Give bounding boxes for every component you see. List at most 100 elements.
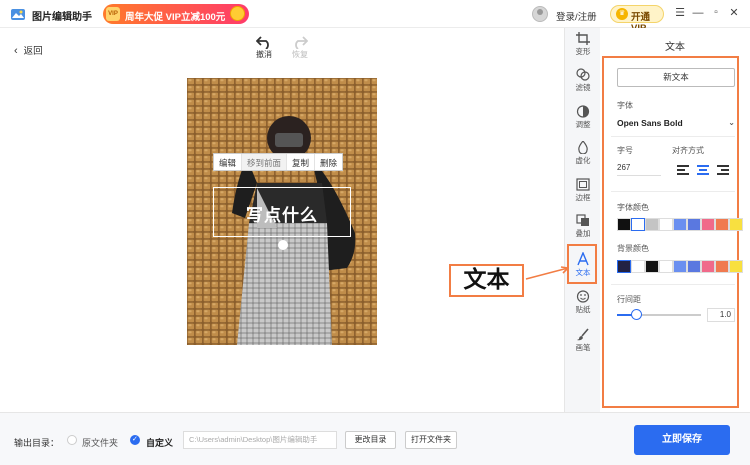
- tool-transform[interactable]: 变形: [565, 32, 601, 57]
- color-swatch[interactable]: [729, 218, 743, 231]
- app-title: 图片编辑助手: [32, 12, 92, 23]
- menu-edit[interactable]: 编辑: [214, 154, 243, 170]
- radio-custom-folder[interactable]: [130, 435, 140, 445]
- tool-blur[interactable]: 虚化: [565, 141, 601, 166]
- color-swatch[interactable]: [631, 260, 645, 273]
- divider: [611, 191, 735, 192]
- color-swatch[interactable]: [729, 260, 743, 273]
- line-spacing-input[interactable]: 1.0: [707, 308, 735, 322]
- tool-frame[interactable]: 边框: [565, 178, 601, 203]
- font-size-input[interactable]: 267: [617, 162, 661, 176]
- menu-delete[interactable]: 删除: [315, 154, 342, 170]
- tool-label: 边框: [575, 193, 591, 202]
- tool-adjust[interactable]: 调整: [565, 105, 601, 130]
- new-text-button[interactable]: 新文本: [617, 68, 735, 87]
- undo-label: 撤消: [256, 50, 272, 59]
- align-label: 对齐方式: [672, 146, 704, 155]
- promo-text: 周年大促 VIP立减100元: [125, 12, 226, 23]
- title-bar: 图片编辑助手 VIP 周年大促 VIP立减100元 登录/注册 ♛ 开通VIP …: [0, 0, 750, 34]
- blur-drop-icon: [578, 141, 588, 154]
- callout-arrow-icon: [525, 266, 569, 280]
- minimize-icon[interactable]: —: [691, 6, 705, 20]
- custom-folder-label[interactable]: 自定义: [146, 436, 173, 449]
- adjust-icon: [576, 105, 590, 118]
- close-icon[interactable]: ✕: [727, 6, 741, 20]
- text-layer-content[interactable]: 写点什么: [214, 201, 350, 226]
- coin-icon: [230, 6, 245, 21]
- open-vip-button[interactable]: ♛ 开通VIP: [610, 5, 664, 34]
- divider: [611, 284, 735, 285]
- redo-icon: [295, 36, 308, 49]
- chevron-down-icon: ⌄: [728, 118, 735, 127]
- font-label: 字体: [617, 101, 633, 110]
- restore-icon[interactable]: ▫: [709, 6, 723, 20]
- change-dir-button[interactable]: 更改目录: [345, 431, 396, 449]
- color-swatch[interactable]: [673, 218, 687, 231]
- brush-icon: [577, 328, 589, 341]
- vip-badge-icon: VIP: [106, 7, 120, 21]
- align-right-button[interactable]: [717, 165, 729, 175]
- save-now-button[interactable]: 立即保存: [634, 425, 730, 455]
- back-label: 返回: [23, 46, 43, 57]
- line-spacing-label: 行间距: [617, 295, 641, 304]
- text-layer-box[interactable]: 写点什么: [213, 187, 351, 237]
- redo-button[interactable]: 恢复: [285, 35, 315, 60]
- tool-overlay[interactable]: 叠加: [565, 214, 601, 239]
- size-label: 字号: [617, 146, 633, 155]
- text-context-menu: 编辑 移到前面 复制 删除: [213, 153, 344, 171]
- undo-button[interactable]: 撤消: [249, 35, 279, 60]
- align-center-button[interactable]: [697, 165, 709, 175]
- panel-title: 文本: [665, 42, 685, 53]
- color-swatch[interactable]: [701, 260, 715, 273]
- color-swatch[interactable]: [715, 218, 729, 231]
- color-swatch[interactable]: [715, 260, 729, 273]
- color-swatch[interactable]: [673, 260, 687, 273]
- color-swatch[interactable]: [687, 218, 701, 231]
- font-select[interactable]: Open Sans Bold ⌄: [617, 118, 735, 130]
- bg-color-swatches: [617, 260, 743, 273]
- color-swatch[interactable]: [617, 260, 631, 273]
- redo-label: 恢复: [292, 50, 308, 59]
- overlay-icon: [576, 214, 589, 226]
- annotation-callout: 文本: [449, 264, 524, 297]
- font-select-value: Open Sans Bold: [617, 118, 683, 128]
- color-swatch[interactable]: [645, 218, 659, 231]
- font-color-swatches: [617, 218, 743, 231]
- color-swatch[interactable]: [617, 218, 631, 231]
- line-spacing-slider-knob[interactable]: [631, 309, 642, 320]
- promo-banner[interactable]: VIP 周年大促 VIP立减100元: [103, 4, 249, 24]
- text-tool-highlight: [567, 244, 597, 284]
- align-left-button[interactable]: [677, 165, 689, 175]
- color-swatch[interactable]: [687, 260, 701, 273]
- tool-label: 叠加: [575, 229, 591, 238]
- undo-icon: [256, 36, 269, 49]
- tool-sticker[interactable]: 贴纸: [565, 290, 601, 315]
- chevron-left-icon: ‹: [14, 45, 18, 57]
- tool-filter[interactable]: 滤镜: [565, 68, 601, 93]
- tool-label: 贴纸: [575, 305, 591, 314]
- rotate-handle[interactable]: [278, 240, 288, 250]
- color-swatch[interactable]: [701, 218, 715, 231]
- radio-original-folder[interactable]: [67, 435, 77, 445]
- back-button[interactable]: ‹ 返回: [14, 43, 43, 57]
- font-color-label: 字体颜色: [617, 203, 649, 212]
- crown-icon: ♛: [616, 8, 628, 20]
- avatar[interactable]: [532, 6, 548, 22]
- color-swatch[interactable]: [645, 260, 659, 273]
- crop-icon: [576, 32, 590, 45]
- menu-icon[interactable]: ☰: [673, 6, 687, 20]
- sticker-icon: [576, 290, 590, 303]
- output-dir-label: 输出目录：: [14, 438, 60, 448]
- color-swatch[interactable]: [659, 260, 673, 273]
- tool-brush[interactable]: 画笔: [565, 328, 601, 353]
- menu-copy[interactable]: 复制: [287, 154, 316, 170]
- tool-label: 调整: [575, 120, 591, 129]
- tool-label: 画笔: [575, 343, 591, 352]
- color-swatch[interactable]: [631, 218, 645, 231]
- login-link[interactable]: 登录/注册: [556, 9, 597, 23]
- open-folder-button[interactable]: 打开文件夹: [405, 431, 457, 449]
- color-swatch[interactable]: [659, 218, 673, 231]
- menu-bring-front[interactable]: 移到前面: [242, 154, 288, 170]
- output-path-input[interactable]: C:\Users\admin\Desktop\图片编辑助手: [183, 431, 337, 449]
- original-folder-label[interactable]: 原文件夹: [82, 436, 118, 449]
